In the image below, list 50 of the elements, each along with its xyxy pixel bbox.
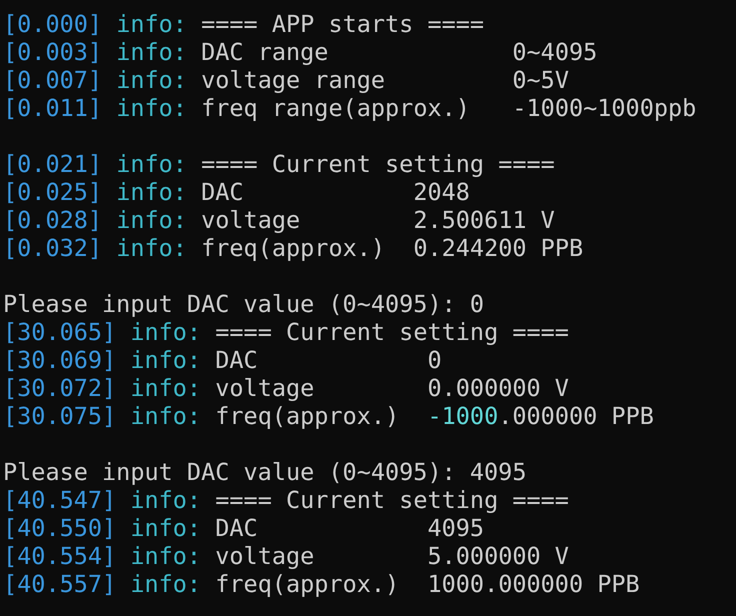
log-timestamp: [0.003] bbox=[3, 38, 102, 66]
prompt-line: Please input DAC value (0~4095): 4095 bbox=[3, 458, 526, 486]
log-timestamp: [30.069] bbox=[3, 346, 116, 374]
log-timestamp: [0.000] bbox=[3, 10, 102, 38]
log-level: info: bbox=[130, 346, 202, 374]
log-timestamp: [30.072] bbox=[3, 374, 116, 402]
log-message: voltage 0.000000 V bbox=[215, 374, 569, 402]
log-level: info: bbox=[116, 38, 187, 66]
log-message: ==== Current setting ==== bbox=[215, 318, 569, 346]
log-level: info: bbox=[130, 570, 202, 598]
log-timestamp: [0.007] bbox=[3, 66, 102, 94]
log-timestamp: [40.557] bbox=[3, 570, 116, 598]
log-timestamp: [0.032] bbox=[3, 234, 102, 262]
log-message: DAC 0 bbox=[215, 346, 442, 374]
log-message: voltage range 0~5V bbox=[201, 66, 569, 94]
log-message: DAC 2048 bbox=[201, 178, 470, 206]
log-level: info: bbox=[130, 374, 202, 402]
log-timestamp: [40.547] bbox=[3, 486, 116, 514]
log-message: freq(approx.) -1000.000000 PPB bbox=[215, 402, 654, 430]
log-level: info: bbox=[116, 94, 187, 122]
log-level: info: bbox=[116, 66, 187, 94]
log-level: info: bbox=[116, 206, 187, 234]
log-level: info: bbox=[116, 150, 187, 178]
log-timestamp: [0.011] bbox=[3, 94, 102, 122]
prompt-line: Please input DAC value (0~4095): 0 bbox=[3, 290, 484, 318]
log-message: DAC range 0~4095 bbox=[201, 38, 598, 66]
log-timestamp: [40.554] bbox=[3, 542, 116, 570]
log-message: ==== Current setting ==== bbox=[201, 150, 555, 178]
log-timestamp: [0.021] bbox=[3, 150, 102, 178]
log-level: info: bbox=[130, 318, 202, 346]
log-timestamp: [30.065] bbox=[3, 318, 116, 346]
log-timestamp: [0.028] bbox=[3, 206, 102, 234]
log-message: freq(approx.) 0.244200 PPB bbox=[201, 234, 584, 262]
log-message: voltage 5.000000 V bbox=[215, 542, 569, 570]
log-level: info: bbox=[116, 234, 187, 262]
log-level: info: bbox=[116, 178, 187, 206]
log-message: DAC 4095 bbox=[215, 514, 484, 542]
log-message: voltage 2.500611 V bbox=[201, 206, 555, 234]
log-level: info: bbox=[130, 514, 202, 542]
log-level: info: bbox=[130, 542, 202, 570]
log-level: info: bbox=[130, 402, 202, 430]
log-level: info: bbox=[116, 10, 187, 38]
log-level: info: bbox=[130, 486, 202, 514]
log-message: ==== Current setting ==== bbox=[215, 486, 569, 514]
log-message: freq range(approx.) -1000~1000ppb bbox=[201, 94, 696, 122]
log-timestamp: [30.075] bbox=[3, 402, 116, 430]
log-timestamp: [40.550] bbox=[3, 514, 116, 542]
log-message: freq(approx.) 1000.000000 PPB bbox=[215, 570, 640, 598]
log-message: ==== APP starts ==== bbox=[201, 10, 484, 38]
log-timestamp: [0.025] bbox=[3, 178, 102, 206]
